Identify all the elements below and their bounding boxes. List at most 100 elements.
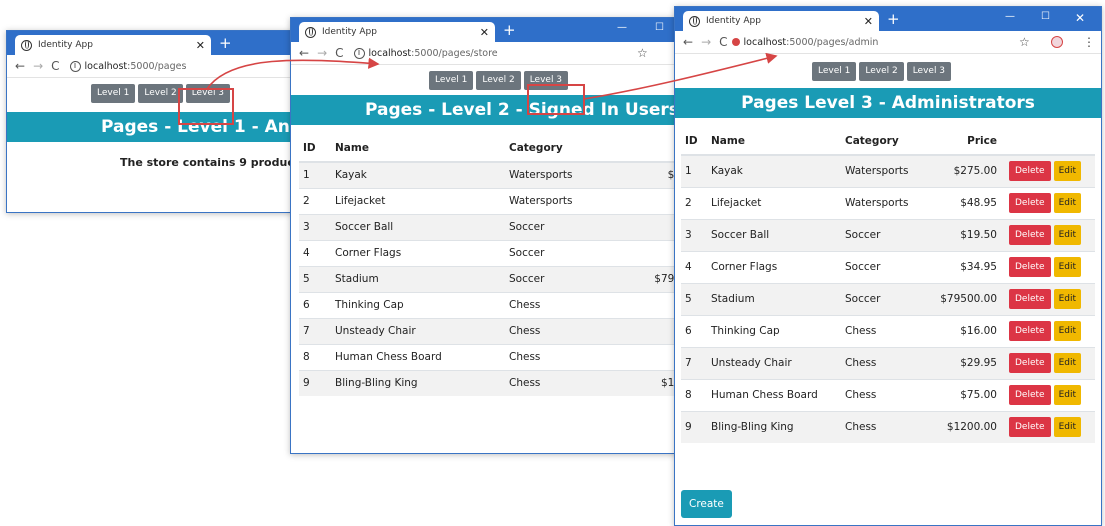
table-row: 5StadiumSoccer$795 bbox=[299, 265, 677, 292]
cell-id: 3 bbox=[299, 213, 331, 240]
new-tab-icon[interactable]: + bbox=[887, 10, 900, 28]
cell-actions: Delete Edit bbox=[1001, 154, 1095, 187]
cell-price: $79500.00 bbox=[927, 282, 1001, 315]
close-tab-icon[interactable]: ✕ bbox=[864, 15, 873, 28]
edit-button[interactable]: Edit bbox=[1053, 193, 1082, 213]
delete-button[interactable]: Delete bbox=[1009, 257, 1051, 277]
minimize-icon[interactable]: — bbox=[1005, 11, 1015, 22]
column-header-name: Name bbox=[707, 128, 841, 156]
level-2-button[interactable]: Level 2 bbox=[859, 62, 904, 81]
bookmark-star-icon[interactable]: ☆ bbox=[1019, 35, 1030, 49]
reload-icon[interactable]: C bbox=[719, 35, 727, 49]
forward-icon[interactable]: → bbox=[701, 35, 711, 49]
back-icon[interactable]: ← bbox=[15, 59, 25, 73]
edit-button[interactable]: Edit bbox=[1053, 353, 1082, 373]
edit-button[interactable]: Edit bbox=[1053, 417, 1082, 438]
maximize-icon[interactable]: ☐ bbox=[1041, 11, 1050, 22]
tab-title: Identity App bbox=[706, 16, 761, 26]
delete-button[interactable]: Delete bbox=[1009, 385, 1051, 405]
url-path: :5000/pages/store bbox=[411, 47, 498, 59]
reload-icon[interactable]: C bbox=[51, 59, 59, 73]
new-tab-icon[interactable]: + bbox=[219, 34, 232, 52]
menu-dots-icon[interactable]: ⋮ bbox=[1083, 35, 1095, 49]
cell-price: $ bbox=[613, 187, 677, 214]
level-2-button[interactable]: Level 2 bbox=[476, 71, 521, 90]
delete-button[interactable]: Delete bbox=[1009, 289, 1051, 309]
cell-id: 4 bbox=[681, 250, 707, 283]
info-icon[interactable]: i bbox=[69, 60, 81, 72]
level-1-button[interactable]: Level 1 bbox=[91, 84, 136, 103]
delete-button[interactable]: Delete bbox=[1009, 321, 1051, 341]
url-host: localhost bbox=[743, 36, 787, 48]
browser-tab[interactable]: Identity App ✕ bbox=[15, 35, 211, 55]
store-message: The store contains 9 products bbox=[120, 156, 306, 169]
cell-id: 7 bbox=[299, 317, 331, 344]
table-row: 8Human Chess BoardChess$ bbox=[299, 343, 677, 370]
title-bar: Identity App ✕ + — ☐ bbox=[291, 18, 677, 42]
forward-icon[interactable]: → bbox=[317, 46, 327, 60]
bookmark-star-icon[interactable]: ☆ bbox=[637, 46, 648, 60]
cell-id: 9 bbox=[681, 410, 707, 443]
reload-icon[interactable]: C bbox=[335, 46, 343, 60]
table-row: 6Thinking CapChess$ bbox=[299, 291, 677, 318]
new-tab-icon[interactable]: + bbox=[503, 21, 516, 39]
level-2-button[interactable]: Level 2 bbox=[138, 84, 183, 103]
edit-button[interactable]: Edit bbox=[1053, 257, 1082, 277]
column-header-id: ID bbox=[681, 128, 707, 156]
table-row: 4Corner FlagsSoccer$ bbox=[299, 239, 677, 266]
back-icon[interactable]: ← bbox=[683, 35, 693, 49]
level-1-button[interactable]: Level 1 bbox=[812, 62, 857, 81]
delete-button[interactable]: Delete bbox=[1009, 225, 1051, 245]
table-header-row: ID Name Category Price bbox=[681, 128, 1095, 156]
tab-title: Identity App bbox=[322, 27, 377, 37]
url-host: localhost bbox=[368, 47, 412, 59]
delete-button[interactable]: Delete bbox=[1009, 193, 1051, 213]
edit-button[interactable]: Edit bbox=[1053, 385, 1082, 405]
table-row: 9Bling-Bling KingChess$12 bbox=[299, 369, 677, 396]
cell-name: Lifejacket bbox=[707, 186, 841, 219]
maximize-icon[interactable]: ☐ bbox=[655, 22, 664, 33]
cell-price: $ bbox=[613, 239, 677, 266]
delete-button[interactable]: Delete bbox=[1009, 353, 1051, 373]
edit-button[interactable]: Edit bbox=[1053, 289, 1082, 309]
edit-button[interactable]: Edit bbox=[1053, 321, 1082, 341]
cell-category: Chess bbox=[505, 369, 613, 396]
tab-title: Identity App bbox=[38, 40, 93, 50]
table-row: 2LifejacketWatersports$ bbox=[299, 187, 677, 214]
cell-category: Soccer bbox=[505, 265, 613, 292]
cell-name: Thinking Cap bbox=[331, 291, 505, 318]
cell-category: Watersports bbox=[841, 154, 927, 187]
table-row: 1 Kayak Watersports $275.00 Delete Edit bbox=[681, 154, 1095, 187]
back-icon[interactable]: ← bbox=[299, 46, 309, 60]
level-3-highlight bbox=[527, 84, 585, 115]
browser-tab[interactable]: Identity App ✕ bbox=[299, 22, 495, 42]
cell-id: 8 bbox=[681, 378, 707, 411]
forward-icon[interactable]: → bbox=[33, 59, 43, 73]
cell-id: 7 bbox=[681, 346, 707, 379]
close-tab-icon[interactable]: ✕ bbox=[480, 26, 489, 39]
close-tab-icon[interactable]: ✕ bbox=[196, 39, 205, 52]
minimize-icon[interactable]: — bbox=[617, 22, 627, 33]
cell-name: Stadium bbox=[331, 265, 505, 292]
level-1-button[interactable]: Level 1 bbox=[429, 71, 474, 90]
edit-button[interactable]: Edit bbox=[1053, 225, 1082, 245]
cell-id: 9 bbox=[299, 369, 331, 396]
delete-button[interactable]: Delete bbox=[1009, 417, 1051, 438]
create-button[interactable]: Create bbox=[681, 490, 732, 518]
url-field[interactable]: localhost:5000/pages bbox=[85, 61, 187, 72]
delete-button[interactable]: Delete bbox=[1009, 161, 1051, 182]
site-info-icon[interactable] bbox=[731, 38, 740, 46]
table-row: 6 Thinking Cap Chess $16.00 Delete Edit bbox=[681, 314, 1095, 347]
cell-price: $795 bbox=[613, 265, 677, 292]
edit-button[interactable]: Edit bbox=[1053, 161, 1082, 182]
browser-tab[interactable]: Identity App ✕ bbox=[683, 11, 879, 31]
cell-actions: Delete Edit bbox=[1001, 346, 1095, 379]
table-row: 8 Human Chess Board Chess $75.00 Delete Edit bbox=[681, 378, 1095, 411]
close-window-icon[interactable]: ✕ bbox=[1075, 11, 1085, 25]
url-field[interactable]: localhost:5000/pages/store bbox=[369, 48, 498, 59]
level-3-button[interactable]: Level 3 bbox=[906, 62, 952, 81]
cell-category: Soccer bbox=[505, 239, 613, 266]
url-field[interactable]: localhost:5000/pages/admin bbox=[744, 37, 879, 48]
extension-icon[interactable] bbox=[1051, 36, 1063, 48]
info-icon[interactable]: i bbox=[353, 47, 365, 59]
